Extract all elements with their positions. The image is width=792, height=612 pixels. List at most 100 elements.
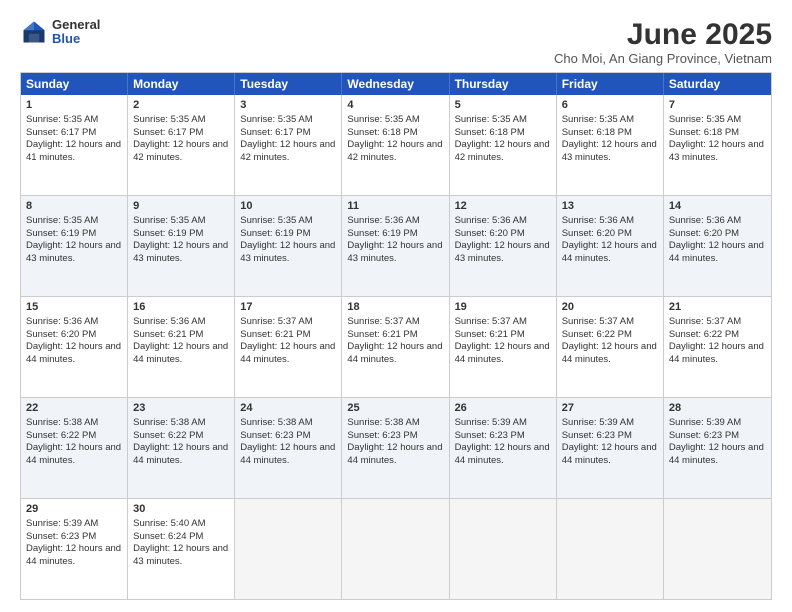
cell-1-mon: 2 Sunrise: 5:35 AM Sunset: 6:17 PM Dayli… bbox=[128, 95, 235, 195]
cell-4-thu: 26 Sunrise: 5:39 AM Sunset: 6:23 PM Dayl… bbox=[450, 398, 557, 498]
day-number: 11 bbox=[347, 199, 443, 214]
sunrise: Sunrise: 5:35 AM bbox=[133, 215, 205, 226]
header-saturday: Saturday bbox=[664, 73, 771, 95]
day-number: 15 bbox=[26, 300, 122, 315]
day-number: 26 bbox=[455, 401, 551, 416]
cell-3-thu: 19 Sunrise: 5:37 AM Sunset: 6:21 PM Dayl… bbox=[450, 297, 557, 397]
sunset: Sunset: 6:20 PM bbox=[669, 228, 739, 239]
sunset: Sunset: 6:21 PM bbox=[347, 329, 417, 340]
calendar-header-row: Sunday Monday Tuesday Wednesday Thursday… bbox=[21, 73, 771, 95]
sunrise: Sunrise: 5:38 AM bbox=[240, 417, 312, 428]
daylight: Daylight: 12 hours and 42 minutes. bbox=[133, 139, 228, 163]
logo: General Blue bbox=[20, 18, 100, 47]
sunrise: Sunrise: 5:35 AM bbox=[240, 114, 312, 125]
cell-5-thu-empty bbox=[450, 499, 557, 599]
sunrise: Sunrise: 5:38 AM bbox=[347, 417, 419, 428]
calendar: Sunday Monday Tuesday Wednesday Thursday… bbox=[20, 72, 772, 600]
day-number: 9 bbox=[133, 199, 229, 214]
logo-icon bbox=[20, 18, 48, 46]
cell-2-fri: 13 Sunrise: 5:36 AM Sunset: 6:20 PM Dayl… bbox=[557, 196, 664, 296]
sunset: Sunset: 6:22 PM bbox=[26, 430, 96, 441]
daylight: Daylight: 12 hours and 42 minutes. bbox=[455, 139, 550, 163]
day-number: 12 bbox=[455, 199, 551, 214]
daylight: Daylight: 12 hours and 44 minutes. bbox=[347, 442, 442, 466]
daylight: Daylight: 12 hours and 44 minutes. bbox=[669, 240, 764, 264]
sunrise: Sunrise: 5:37 AM bbox=[240, 316, 312, 327]
cell-2-tue: 10 Sunrise: 5:35 AM Sunset: 6:19 PM Dayl… bbox=[235, 196, 342, 296]
sunset: Sunset: 6:22 PM bbox=[562, 329, 632, 340]
sunset: Sunset: 6:21 PM bbox=[240, 329, 310, 340]
daylight: Daylight: 12 hours and 43 minutes. bbox=[133, 543, 228, 567]
daylight: Daylight: 12 hours and 43 minutes. bbox=[455, 240, 550, 264]
cell-4-mon: 23 Sunrise: 5:38 AM Sunset: 6:22 PM Dayl… bbox=[128, 398, 235, 498]
day-number: 3 bbox=[240, 98, 336, 113]
sunrise: Sunrise: 5:37 AM bbox=[455, 316, 527, 327]
calendar-title: June 2025 bbox=[554, 18, 772, 51]
sunset: Sunset: 6:22 PM bbox=[669, 329, 739, 340]
day-number: 1 bbox=[26, 98, 122, 113]
day-number: 23 bbox=[133, 401, 229, 416]
cell-3-tue: 17 Sunrise: 5:37 AM Sunset: 6:21 PM Dayl… bbox=[235, 297, 342, 397]
logo-text: General Blue bbox=[52, 18, 100, 47]
week-row-1: 1 Sunrise: 5:35 AM Sunset: 6:17 PM Dayli… bbox=[21, 95, 771, 196]
sunset: Sunset: 6:23 PM bbox=[347, 430, 417, 441]
daylight: Daylight: 12 hours and 44 minutes. bbox=[455, 341, 550, 365]
sunset: Sunset: 6:21 PM bbox=[455, 329, 525, 340]
cell-2-wed: 11 Sunrise: 5:36 AM Sunset: 6:19 PM Dayl… bbox=[342, 196, 449, 296]
daylight: Daylight: 12 hours and 44 minutes. bbox=[455, 442, 550, 466]
sunset: Sunset: 6:17 PM bbox=[26, 127, 96, 138]
daylight: Daylight: 12 hours and 44 minutes. bbox=[240, 341, 335, 365]
cell-5-sun: 29 Sunrise: 5:39 AM Sunset: 6:23 PM Dayl… bbox=[21, 499, 128, 599]
day-number: 5 bbox=[455, 98, 551, 113]
cell-4-fri: 27 Sunrise: 5:39 AM Sunset: 6:23 PM Dayl… bbox=[557, 398, 664, 498]
daylight: Daylight: 12 hours and 44 minutes. bbox=[347, 341, 442, 365]
day-number: 14 bbox=[669, 199, 766, 214]
day-number: 22 bbox=[26, 401, 122, 416]
header-monday: Monday bbox=[128, 73, 235, 95]
daylight: Daylight: 12 hours and 43 minutes. bbox=[347, 240, 442, 264]
sunrise: Sunrise: 5:40 AM bbox=[133, 518, 205, 529]
sunset: Sunset: 6:20 PM bbox=[26, 329, 96, 340]
sunrise: Sunrise: 5:35 AM bbox=[240, 215, 312, 226]
logo-line2: Blue bbox=[52, 32, 100, 46]
sunset: Sunset: 6:23 PM bbox=[240, 430, 310, 441]
cell-5-mon: 30 Sunrise: 5:40 AM Sunset: 6:24 PM Dayl… bbox=[128, 499, 235, 599]
daylight: Daylight: 12 hours and 44 minutes. bbox=[26, 442, 121, 466]
cell-4-sat: 28 Sunrise: 5:39 AM Sunset: 6:23 PM Dayl… bbox=[664, 398, 771, 498]
day-number: 6 bbox=[562, 98, 658, 113]
daylight: Daylight: 12 hours and 42 minutes. bbox=[240, 139, 335, 163]
page: General Blue June 2025 Cho Moi, An Giang… bbox=[0, 0, 792, 612]
sunrise: Sunrise: 5:37 AM bbox=[669, 316, 741, 327]
week-row-5: 29 Sunrise: 5:39 AM Sunset: 6:23 PM Dayl… bbox=[21, 499, 771, 599]
day-number: 29 bbox=[26, 502, 122, 517]
day-number: 7 bbox=[669, 98, 766, 113]
daylight: Daylight: 12 hours and 43 minutes. bbox=[669, 139, 764, 163]
sunrise: Sunrise: 5:35 AM bbox=[133, 114, 205, 125]
sunrise: Sunrise: 5:36 AM bbox=[669, 215, 741, 226]
daylight: Daylight: 12 hours and 44 minutes. bbox=[240, 442, 335, 466]
sunrise: Sunrise: 5:39 AM bbox=[455, 417, 527, 428]
daylight: Daylight: 12 hours and 44 minutes. bbox=[562, 341, 657, 365]
daylight: Daylight: 12 hours and 44 minutes. bbox=[26, 341, 121, 365]
sunset: Sunset: 6:18 PM bbox=[347, 127, 417, 138]
daylight: Daylight: 12 hours and 43 minutes. bbox=[240, 240, 335, 264]
day-number: 20 bbox=[562, 300, 658, 315]
sunset: Sunset: 6:23 PM bbox=[669, 430, 739, 441]
sunrise: Sunrise: 5:36 AM bbox=[562, 215, 634, 226]
daylight: Daylight: 12 hours and 43 minutes. bbox=[133, 240, 228, 264]
sunset: Sunset: 6:17 PM bbox=[240, 127, 310, 138]
day-number: 18 bbox=[347, 300, 443, 315]
sunset: Sunset: 6:22 PM bbox=[133, 430, 203, 441]
sunset: Sunset: 6:18 PM bbox=[669, 127, 739, 138]
cell-2-mon: 9 Sunrise: 5:35 AM Sunset: 6:19 PM Dayli… bbox=[128, 196, 235, 296]
daylight: Daylight: 12 hours and 42 minutes. bbox=[347, 139, 442, 163]
title-block: June 2025 Cho Moi, An Giang Province, Vi… bbox=[554, 18, 772, 66]
day-number: 21 bbox=[669, 300, 766, 315]
daylight: Daylight: 12 hours and 44 minutes. bbox=[133, 341, 228, 365]
daylight: Daylight: 12 hours and 44 minutes. bbox=[26, 543, 121, 567]
sunset: Sunset: 6:19 PM bbox=[347, 228, 417, 239]
header-thursday: Thursday bbox=[450, 73, 557, 95]
cell-1-thu: 5 Sunrise: 5:35 AM Sunset: 6:18 PM Dayli… bbox=[450, 95, 557, 195]
week-row-2: 8 Sunrise: 5:35 AM Sunset: 6:19 PM Dayli… bbox=[21, 196, 771, 297]
cell-4-tue: 24 Sunrise: 5:38 AM Sunset: 6:23 PM Dayl… bbox=[235, 398, 342, 498]
